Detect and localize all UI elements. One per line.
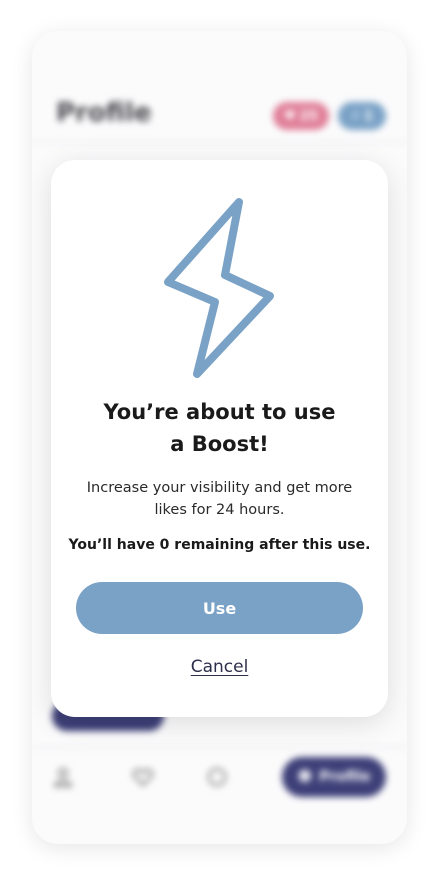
nav-profile-label: Profile	[319, 769, 371, 785]
boosts-badge[interactable]: ⚡ 1	[338, 102, 386, 130]
dialog-description: Increase your visibility and get more li…	[86, 480, 353, 518]
heart-icon[interactable]	[132, 766, 154, 788]
chat-icon[interactable]	[206, 766, 228, 788]
boost-confirm-dialog: You’re about to use a Boost! Increase yo…	[51, 160, 388, 717]
nav-profile-tab[interactable]: ☻ Profile	[282, 757, 386, 797]
use-boost-button[interactable]: Use	[76, 582, 363, 634]
user-icon: ☻	[297, 769, 313, 785]
like-icon: ♥	[284, 108, 296, 124]
remaining-note: You’ll have 0 remaining after this use.	[68, 537, 371, 553]
boosts-count: 1	[364, 108, 374, 124]
dialog-title: You’re about to use a Boost!	[103, 400, 336, 456]
bolt-icon: ⚡	[350, 108, 361, 124]
lightning-bolt-icon	[164, 198, 274, 378]
likes-badge[interactable]: ♥ 25	[273, 102, 329, 130]
likes-count: 25	[299, 108, 318, 124]
cancel-link[interactable]: Cancel	[51, 657, 388, 677]
page-title: Profile	[56, 98, 152, 128]
home-icon[interactable]	[52, 766, 74, 788]
phone-frame: Profile ♥ 25 ⚡ 1 ☻ Profile You’re about …	[32, 31, 407, 844]
